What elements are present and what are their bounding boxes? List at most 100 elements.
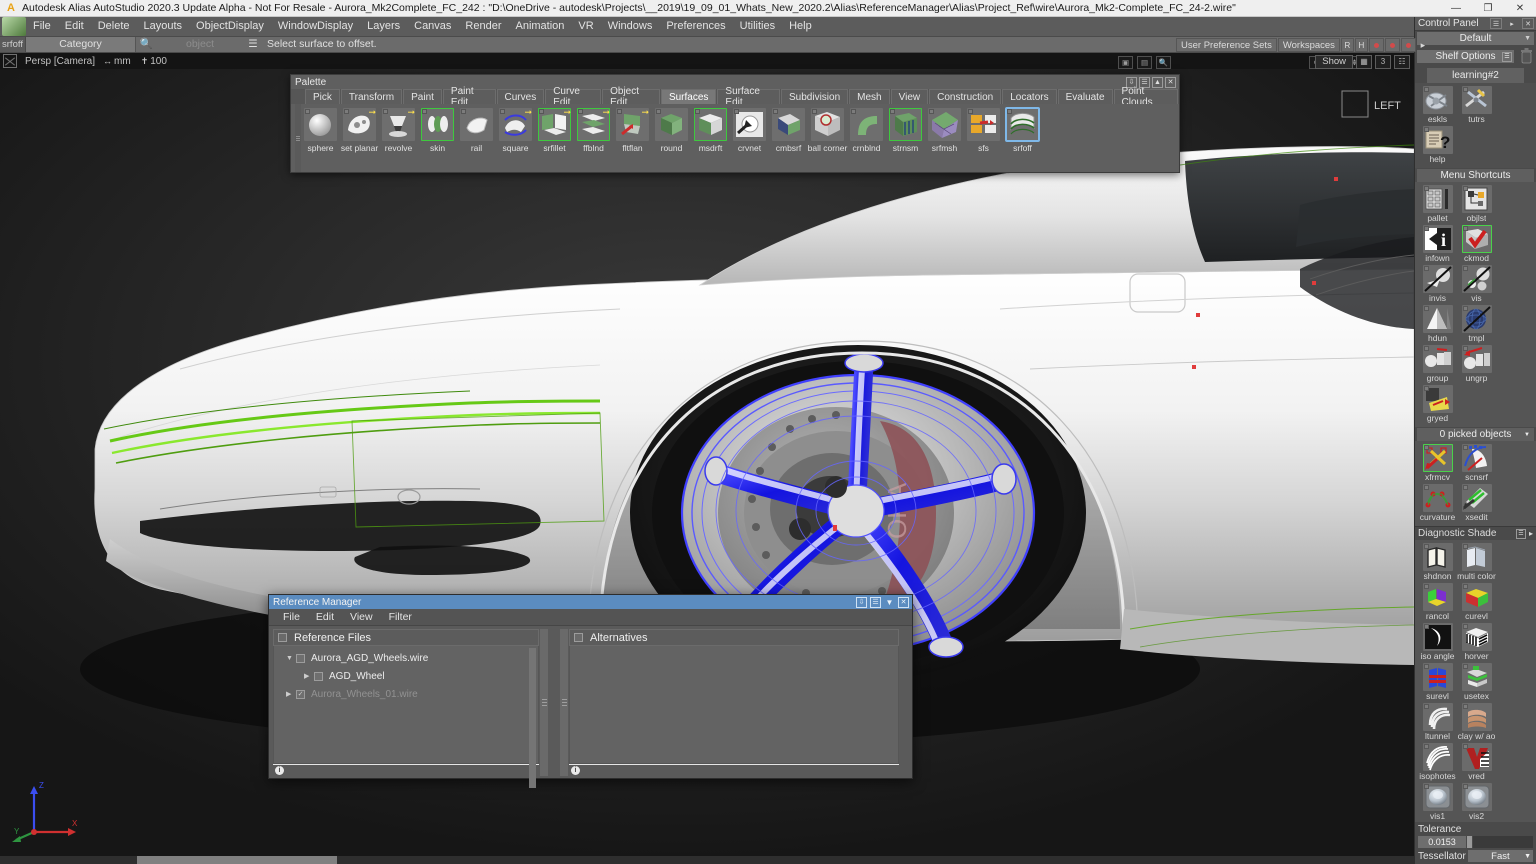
palette-tab-construction[interactable]: Construction [929, 89, 1002, 104]
palette-tab-subdivision[interactable]: Subdivision [781, 89, 849, 104]
set-planar-icon[interactable]: ➞ [343, 108, 376, 141]
cp-item-xsedit[interactable]: xsedit [1457, 484, 1496, 522]
sphere-icon[interactable] [304, 108, 337, 141]
palette-tool-skin[interactable]: skin [418, 104, 457, 172]
reference-file-checkbox[interactable] [314, 671, 323, 681]
search-icon[interactable]: 🔍 [136, 37, 156, 52]
ltunnel-icon[interactable] [1422, 703, 1453, 731]
menu-item-layers[interactable]: Layers [360, 17, 407, 36]
cp-item-xfrmcv[interactable]: xfrmcv [1418, 444, 1457, 482]
palette-tab-pick[interactable]: Pick [305, 89, 340, 104]
chevron-right-icon[interactable]: ▶ [286, 690, 296, 698]
xfrmcv-icon[interactable] [1422, 444, 1453, 472]
reference-file-row[interactable]: ▼ Aurora_AGD_Wheels.wire [274, 649, 538, 667]
reference-files-header[interactable]: Reference Files [273, 629, 539, 646]
close-icon[interactable]: ✕ [898, 596, 909, 608]
vred-icon[interactable] [1461, 743, 1492, 771]
info-icon[interactable]: i [275, 766, 284, 775]
xsedit-icon[interactable] [1461, 484, 1492, 512]
vis-icon[interactable] [1461, 265, 1492, 293]
reference-file-checkbox[interactable]: ✓ [296, 689, 305, 699]
palette-tool-square[interactable]: ➞ square [496, 104, 535, 172]
cp-item-isophotes[interactable]: isophotes [1418, 743, 1457, 781]
cp-item-gryed[interactable]: gryed [1418, 385, 1457, 423]
minimize-button[interactable]: — [1440, 0, 1472, 17]
tutorials-icon[interactable] [1461, 86, 1492, 114]
palette-tab-evaluate[interactable]: Evaluate [1057, 89, 1113, 104]
show-button[interactable]: Show [1315, 54, 1353, 69]
rail-icon[interactable] [460, 108, 493, 141]
palette-tool-round[interactable]: round [652, 104, 691, 172]
pane-splitter-left[interactable] [540, 629, 548, 776]
pane-splitter-right[interactable] [560, 629, 568, 776]
palette-tab-paint[interactable]: Paint [403, 89, 442, 104]
cp-item-eskls[interactable]: eskls [1418, 86, 1457, 124]
palette-tool-strnsm[interactable]: strnsm [886, 104, 925, 172]
srfoff-icon[interactable] [1005, 107, 1040, 142]
menu-item-utilities[interactable]: Utilities [733, 17, 782, 36]
cp-item-clay-w-ao[interactable]: clay w/ ao [1457, 703, 1496, 741]
palette-tool-sfs[interactable]: sfs [964, 104, 1003, 172]
strnsm-icon[interactable] [889, 108, 922, 141]
isophotes-icon[interactable] [1422, 743, 1453, 771]
vis2-icon[interactable] [1461, 783, 1492, 811]
palette-tool-msdrft[interactable]: msdrft [691, 104, 730, 172]
hdun-icon[interactable] [1422, 305, 1453, 333]
group-icon[interactable] [1422, 345, 1453, 373]
menu-item-objectdisplay[interactable]: ObjectDisplay [189, 17, 271, 36]
menu-item-render[interactable]: Render [458, 17, 508, 36]
round-icon[interactable] [655, 108, 688, 141]
cp-item-objlst[interactable]: objlst [1457, 185, 1496, 223]
layer-icon[interactable]: ▦ [1356, 54, 1372, 69]
menu-item-layouts[interactable]: Layouts [137, 17, 190, 36]
cp-item-ckmod[interactable]: ckmod [1457, 225, 1496, 263]
info-icon[interactable]: i [571, 766, 580, 775]
tolerance-slider-handle[interactable] [1467, 836, 1472, 848]
palette-tab-transform[interactable]: Transform [340, 89, 403, 104]
palette-tab-surface-edit[interactable]: Surface Edit [717, 86, 780, 108]
light-red-icon[interactable] [1368, 38, 1384, 52]
picked-objects-bar[interactable]: 0 picked objects ▼ [1417, 428, 1534, 441]
workspaces-button[interactable]: Workspaces [1277, 38, 1340, 52]
light-red3-icon[interactable] [1400, 38, 1416, 52]
menu-item-windowdisplay[interactable]: WindowDisplay [271, 17, 360, 36]
msdrft-icon[interactable] [694, 108, 727, 141]
grid-icon[interactable]: ▤ [1137, 55, 1152, 69]
menu-item-animation[interactable]: Animation [509, 17, 572, 36]
palette-tool-crvnet[interactable]: crvnet [730, 104, 769, 172]
palette-tab-point-clouds[interactable]: Point Clouds [1113, 86, 1179, 108]
palette-tab-view[interactable]: View [890, 89, 929, 104]
sfs-icon[interactable] [967, 108, 1000, 141]
maximize-button[interactable]: ❐ [1472, 0, 1504, 17]
close-icon[interactable]: ✕ [1522, 18, 1534, 29]
palette-tool-fltflan[interactable]: ➞ fltflan [613, 104, 652, 172]
chevron-right-icon[interactable]: ▸ [1529, 529, 1533, 539]
zoom-tool-icon[interactable]: 🔍 [1156, 55, 1171, 69]
reference-file-row[interactable]: ▶ ✓ Aurora_Wheels_01.wire [274, 685, 538, 703]
chevron-right-icon[interactable]: ▸ [1506, 18, 1518, 29]
cp-item-curvature[interactable]: curvature [1418, 484, 1457, 522]
cp-item-rancol[interactable]: rancol [1418, 583, 1457, 621]
cp-item-multi-color[interactable]: multi color [1457, 543, 1496, 581]
trash-icon[interactable] [1516, 45, 1536, 67]
ffblnd-icon[interactable]: ➞ [577, 108, 610, 141]
chevron-right-icon[interactable]: ▸ [1417, 38, 1429, 52]
rotate-icon[interactable]: R [1340, 38, 1354, 52]
cp-item-vis[interactable]: vis [1457, 265, 1496, 303]
fltflan-icon[interactable]: ➞ [616, 108, 649, 141]
surevl-icon[interactable] [1422, 663, 1453, 691]
srfillet-icon[interactable]: ➞ [538, 108, 571, 141]
control-panel[interactable]: Control Panel ☰ ▸ ✕ Default ▼ Shelf Opti… [1414, 17, 1536, 864]
palette-tab-surfaces[interactable]: Surfaces [660, 89, 717, 104]
palette-window[interactable]: Palette ⇩ ☰ ▲ ✕ Pick Transform Paint Paint … [290, 74, 1180, 173]
camera-icon[interactable]: ▣ [1118, 55, 1133, 69]
palette-tool-sphere[interactable]: sphere [301, 104, 340, 172]
mirror-icon[interactable]: H [1354, 38, 1368, 52]
pin-icon[interactable]: ⇩ [856, 596, 867, 608]
shelf-tab-learning[interactable]: learning#2 [1427, 68, 1524, 83]
reference-files-list[interactable]: ▼ Aurora_AGD_Wheels.wire ▶ AGD_Wheel ▶ ✓ Auror… [273, 646, 539, 788]
list-icon[interactable]: ☰ [870, 596, 881, 608]
cp-item-ltunnel[interactable]: ltunnel [1418, 703, 1457, 741]
cp-item-invis[interactable]: invis [1418, 265, 1457, 303]
isoangle-icon[interactable] [1422, 623, 1453, 651]
